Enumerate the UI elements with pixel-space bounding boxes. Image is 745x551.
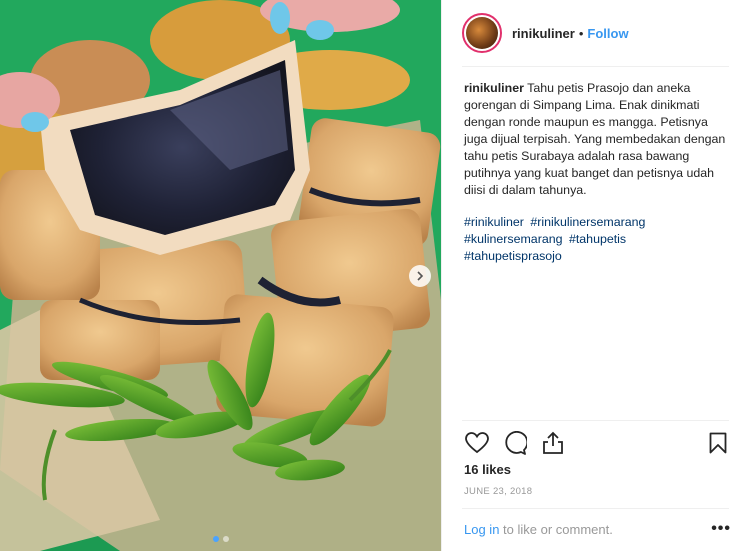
bookmark-icon <box>709 432 727 454</box>
footer-divider <box>462 508 729 509</box>
carousel-dot-active <box>212 536 219 542</box>
login-prompt: Log in to like or comment. <box>464 522 613 537</box>
post-photo[interactable] <box>0 0 441 551</box>
follow-button[interactable]: Follow <box>587 26 628 41</box>
hashtag-link[interactable]: #kulinersemarang <box>464 232 563 246</box>
heart-icon <box>465 432 489 454</box>
header-separator: • <box>578 25 584 41</box>
hashtag-link[interactable]: #rinikuliner <box>464 215 524 229</box>
hashtag-link[interactable]: #tahupetisprasojo <box>464 249 562 263</box>
post-actions <box>464 430 731 456</box>
comment-button[interactable] <box>502 430 528 456</box>
carousel-next-button[interactable] <box>409 265 431 287</box>
tofu-food-image <box>0 0 441 551</box>
carousel-indicator <box>0 536 441 542</box>
carousel-dot <box>222 536 229 542</box>
post-side-panel: rinikuliner • Follow rinikuliner Tahu pe… <box>441 0 745 551</box>
like-button[interactable] <box>464 430 490 456</box>
hashtag-list: #rinikuliner #rinikulinersemarang #kulin… <box>464 214 734 265</box>
hashtag-link[interactable]: #rinikulinersemarang <box>530 215 645 229</box>
login-prompt-text: to like or comment. <box>499 522 613 537</box>
post-date[interactable]: JUNE 23, 2018 <box>464 486 532 497</box>
comment-icon <box>505 431 527 455</box>
likes-count[interactable]: 16 likes <box>464 462 511 477</box>
header-divider <box>462 66 729 67</box>
chevron-right-icon <box>417 271 424 281</box>
post-caption: rinikuliner Tahu petis Prasojo dan aneka… <box>464 80 734 199</box>
share-icon <box>543 431 563 454</box>
save-button[interactable] <box>705 430 731 456</box>
more-options-button[interactable]: ••• <box>711 520 731 538</box>
login-link[interactable]: Log in <box>464 522 499 537</box>
avatar[interactable] <box>462 13 502 53</box>
hashtag-link[interactable]: #tahupetis <box>569 232 626 246</box>
actions-divider <box>462 420 729 421</box>
share-button[interactable] <box>540 430 566 456</box>
post-header: rinikuliner • Follow <box>462 10 735 56</box>
caption-text: Tahu petis Prasojo dan aneka gorengan di… <box>464 81 726 197</box>
caption-author-link[interactable]: rinikuliner <box>464 81 524 95</box>
username-link[interactable]: rinikuliner <box>512 26 575 41</box>
